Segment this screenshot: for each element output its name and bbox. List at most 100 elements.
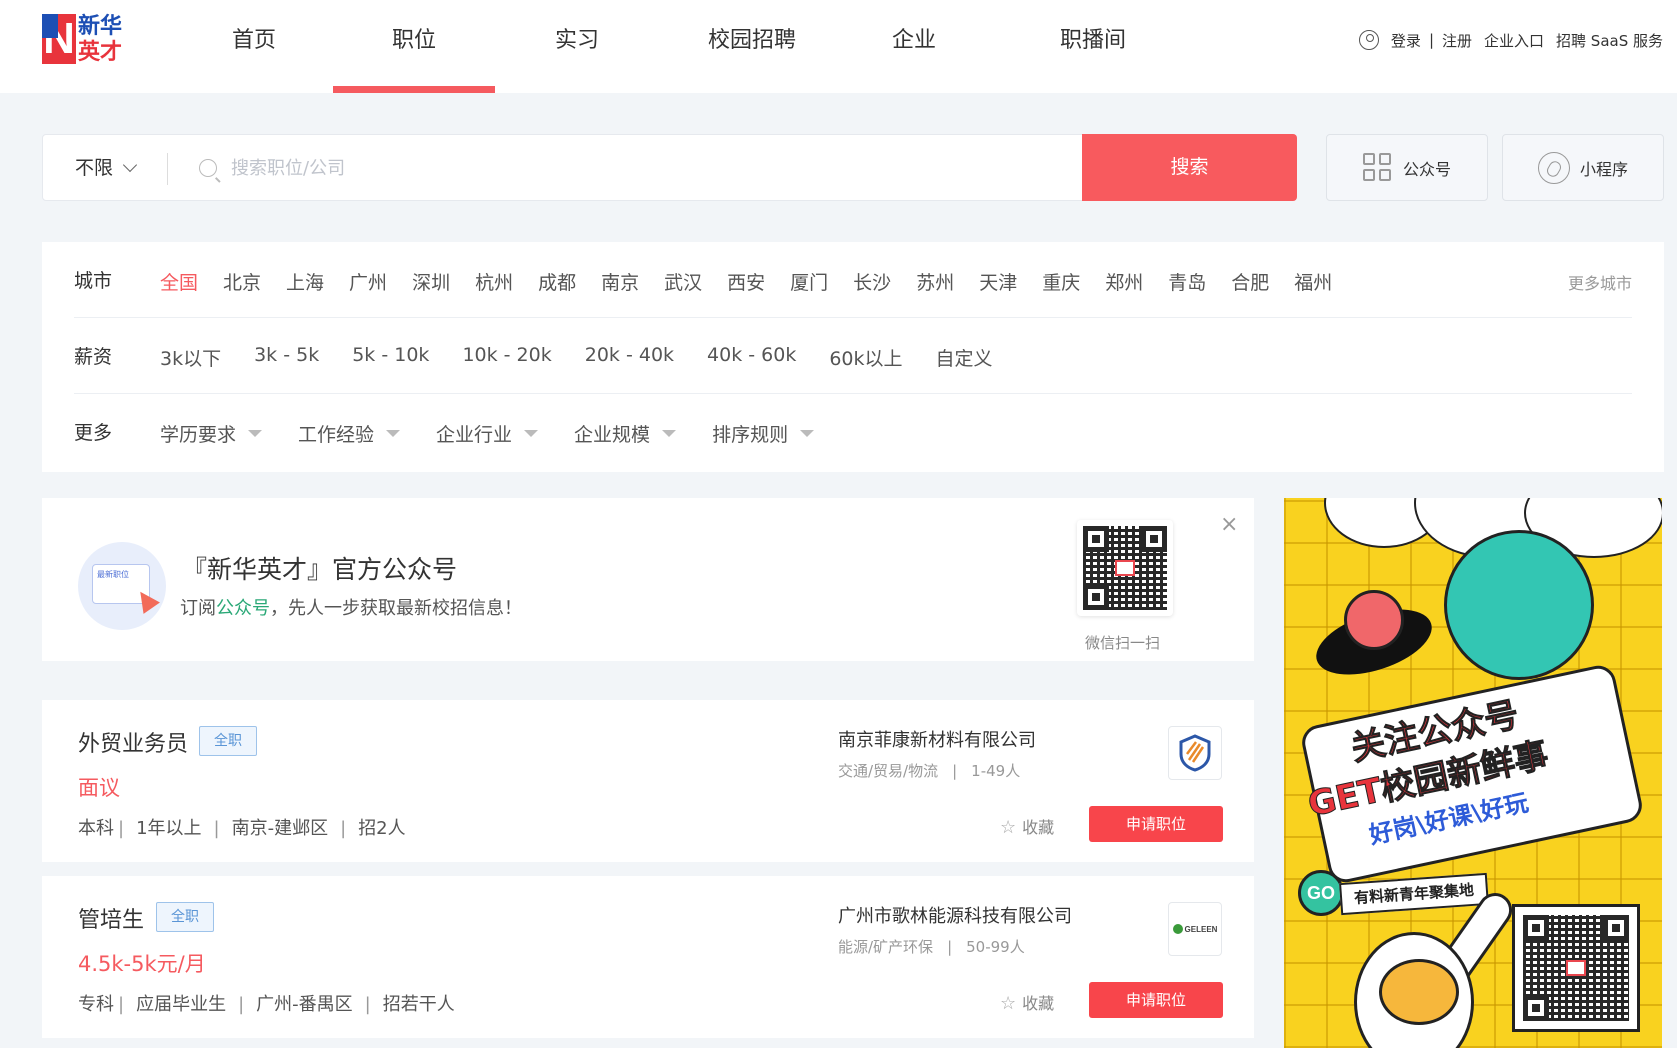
job-experience: 1年以上: [136, 818, 202, 839]
enterprise-entry-link[interactable]: 企业入口: [1484, 30, 1544, 51]
salary-filter-row: 薪资 3k以下 3k - 5k 5k - 10k 10k - 20k 20k - 40k…: [74, 318, 1632, 394]
search-button[interactable]: 搜索: [1082, 134, 1297, 201]
register-link[interactable]: 注册: [1442, 30, 1472, 51]
job-title[interactable]: 外贸业务员: [78, 726, 188, 758]
company-logo[interactable]: GELEEN: [1168, 902, 1222, 956]
shield-logo-icon: [1179, 734, 1211, 772]
caret-down-icon: [386, 430, 401, 437]
company-name[interactable]: 南京菲康新材料有限公司: [838, 726, 1036, 752]
apply-button[interactable]: 申请职位: [1089, 982, 1223, 1018]
nav-internship[interactable]: 实习: [532, 0, 622, 93]
wechat-ad-banner[interactable]: 关注公众号 GET校园新鲜事 好岗\好课\好玩 GO 有料新青年聚集地: [1284, 498, 1662, 1048]
salary-option[interactable]: 20k - 40k: [585, 344, 674, 371]
salary-option[interactable]: 10k - 20k: [462, 344, 551, 371]
company-logo-text: GELEEN: [1184, 924, 1218, 934]
city-option[interactable]: 厦门: [790, 268, 828, 295]
salary-option[interactable]: 40k - 60k: [707, 344, 796, 371]
user-icon: [1358, 30, 1379, 50]
city-option[interactable]: 青岛: [1168, 268, 1206, 295]
logo-mark: N: [42, 14, 76, 64]
leaf-icon: [1172, 924, 1183, 934]
city-option[interactable]: 武汉: [664, 268, 702, 295]
job-meta: 本科 | 1年以上 | 南京-建邺区 | 招2人: [78, 818, 406, 839]
city-option[interactable]: 全国: [160, 268, 198, 295]
city-option[interactable]: 广州: [349, 268, 387, 295]
city-options: 全国 北京 上海 广州 深圳 杭州 成都 南京 武汉 西安 厦门 长沙 苏州 天津 重庆 郑州 青岛 合肥 福州: [160, 268, 1357, 295]
city-option[interactable]: 苏州: [916, 268, 954, 295]
saas-link[interactable]: 招聘 SaaS 服务: [1556, 30, 1663, 51]
more-cities-link[interactable]: 更多城市: [1568, 270, 1632, 294]
job-education: 本科: [78, 818, 114, 839]
site-logo[interactable]: N 新华 英才: [42, 14, 132, 66]
official-account-promo: 最新职位 『新华英才』官方公众号 订阅公众号，先人一步获取最新校招信息！ 微信扫…: [42, 498, 1254, 661]
search-icon: [199, 159, 217, 177]
city-option[interactable]: 郑州: [1105, 268, 1143, 295]
city-option[interactable]: 福州: [1294, 268, 1332, 295]
company-logo[interactable]: [1168, 726, 1222, 780]
job-meta: 专科 | 应届毕业生 | 广州-番禺区 | 招若干人: [78, 994, 455, 1015]
job-location: 广州-番禺区: [256, 994, 353, 1015]
job-headcount: 招2人: [358, 818, 406, 839]
promo-desc-highlight: 公众号: [216, 598, 270, 619]
company-size: 50-99人: [966, 938, 1025, 956]
star-icon: ☆: [1000, 993, 1017, 1014]
city-option[interactable]: 西安: [727, 268, 765, 295]
city-option[interactable]: 天津: [979, 268, 1017, 295]
city-option[interactable]: 长沙: [853, 268, 891, 295]
salary-option[interactable]: 3k以下: [160, 344, 221, 371]
city-select[interactable]: 不限: [75, 135, 138, 202]
salary-option[interactable]: 60k以上: [829, 344, 902, 371]
city-option[interactable]: 合肥: [1231, 268, 1269, 295]
more-filter-row: 更多 学历要求 工作经验 企业行业 企业规模 排序规则: [74, 394, 1632, 470]
salary-filter-label: 薪资: [74, 346, 113, 368]
promo-desc-prefix: 订阅: [180, 598, 216, 619]
favorite-button[interactable]: ☆ 收藏: [1000, 814, 1054, 838]
apply-button[interactable]: 申请职位: [1089, 806, 1223, 842]
job-card[interactable]: 外贸业务员 全职 面议 本科 | 1年以上 | 南京-建邺区 | 招2人 南京菲康新材料有限…: [42, 700, 1254, 862]
city-option[interactable]: 深圳: [412, 268, 450, 295]
login-link[interactable]: 登录: [1391, 30, 1421, 51]
salary-options: 3k以下 3k - 5k 5k - 10k 10k - 20k 20k - 40k 40k…: [160, 344, 1026, 371]
salary-option[interactable]: 自定义: [936, 344, 993, 371]
filter-dropdown[interactable]: 学历要求: [160, 420, 263, 447]
city-select-value: 不限: [75, 157, 114, 179]
promo-qrcode: [1077, 520, 1173, 616]
wechat-official-button[interactable]: 公众号: [1326, 134, 1488, 201]
company-name[interactable]: 广州市歌林能源科技有限公司: [838, 902, 1072, 928]
filter-dropdown[interactable]: 工作经验: [298, 420, 401, 447]
user-area: 登录 | 注册 企业入口 招聘 SaaS 服务: [1358, 26, 1663, 54]
salary-option[interactable]: 5k - 10k: [352, 344, 429, 371]
company-industry: 交通/贸易/物流: [838, 762, 939, 780]
favorite-button[interactable]: ☆ 收藏: [1000, 990, 1054, 1014]
city-option[interactable]: 北京: [223, 268, 261, 295]
promo-desc: 订阅公众号，先人一步获取最新校招信息！: [180, 594, 522, 620]
favorite-label: 收藏: [1022, 994, 1055, 1013]
city-option[interactable]: 杭州: [475, 268, 513, 295]
nav-jobs[interactable]: 职位: [333, 0, 495, 93]
top-header: N 新华 英才 首页 职位 实习 校园招聘 企业 职播间 登录 | 注册 企业入…: [0, 0, 1677, 93]
search-input[interactable]: [231, 149, 1051, 187]
nav-campus[interactable]: 校园招聘: [700, 0, 804, 93]
promo-illustration: 最新职位: [78, 542, 166, 630]
nav-live[interactable]: 职播间: [1048, 0, 1138, 93]
miniprogram-button[interactable]: 小程序: [1502, 134, 1664, 201]
job-card[interactable]: 管培生 全职 4.5k-5k元/月 专科 | 应届毕业生 | 广州-番禺区 | 招若干人 广…: [42, 876, 1254, 1038]
filter-dropdown[interactable]: 企业行业: [436, 420, 539, 447]
city-option[interactable]: 重庆: [1042, 268, 1080, 295]
nav-company[interactable]: 企业: [882, 0, 946, 93]
qr-caption: 微信扫一扫: [1085, 634, 1161, 652]
logo-line-2: 英才: [78, 40, 123, 65]
city-option[interactable]: 南京: [601, 268, 639, 295]
filter-dropdown[interactable]: 排序规则: [712, 420, 815, 447]
filter-dropdown[interactable]: 企业规模: [574, 420, 677, 447]
close-icon[interactable]: ×: [1220, 512, 1238, 537]
filter-dropdown-label: 工作经验: [298, 424, 375, 446]
city-option[interactable]: 上海: [286, 268, 324, 295]
nav-home[interactable]: 首页: [224, 0, 284, 93]
filter-dropdown-label: 排序规则: [712, 424, 789, 446]
salary-option[interactable]: 3k - 5k: [254, 344, 319, 371]
job-experience: 应届毕业生: [136, 994, 227, 1015]
job-title[interactable]: 管培生: [78, 902, 144, 934]
qrcode-image: [1523, 915, 1629, 1021]
city-option[interactable]: 成都: [538, 268, 576, 295]
